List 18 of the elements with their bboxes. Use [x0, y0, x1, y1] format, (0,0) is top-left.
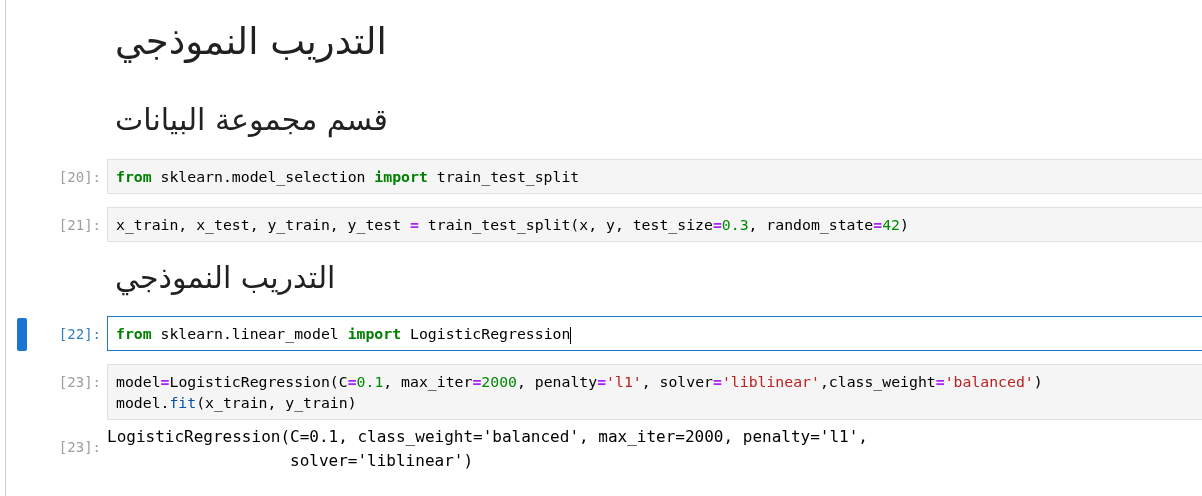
cell-prompt: [22]:: [57, 325, 102, 344]
code-line: model=LogisticRegression(C=0.1, max_iter=2000, penalty='l1', solver='liblinear',class_weight='balanced'): [116, 373, 1043, 390]
code-line: model.fit(x_train, y_train): [116, 394, 357, 411]
code-editor[interactable]: from sklearn.model_selection import train_test_split: [107, 159, 1202, 194]
notebook-title: التدريب النموذجي: [115, 19, 387, 65]
section-heading: قسم مجموعة البيانات: [115, 101, 388, 140]
output-text: LogisticRegression(C=0.1, class_weight='balanced', max_iter=2000, penalty='l1', solver='liblinear'): [107, 426, 868, 472]
code-line: x_train, x_test, y_train, y_test = train_test_split(x, y, test_size=0.3, random_state=42): [116, 216, 909, 233]
cell-prompt: [21]:: [57, 216, 102, 235]
code-editor[interactable]: x_train, x_test, y_train, y_test = train_test_split(x, y, test_size=0.3, random_state=42): [107, 207, 1202, 242]
code-line: from sklearn.linear_model import LogisticRegression: [116, 325, 572, 342]
section-heading: التدريب النموذجي: [115, 259, 336, 298]
cell-prompt: [20]:: [57, 168, 102, 187]
cell-prompt: [23]:: [57, 373, 102, 392]
code-editor[interactable]: model=LogisticRegression(C=0.1, max_iter=2000, penalty='l1', solver='liblinear',class_weight='balanced') model.fit(x_train, y_train): [107, 364, 1202, 420]
output-prompt: [23]:: [57, 438, 102, 457]
code-editor[interactable]: from sklearn.linear_model import LogisticRegression: [107, 316, 1202, 351]
code-line: from sklearn.model_selection import train_test_split: [116, 168, 580, 185]
